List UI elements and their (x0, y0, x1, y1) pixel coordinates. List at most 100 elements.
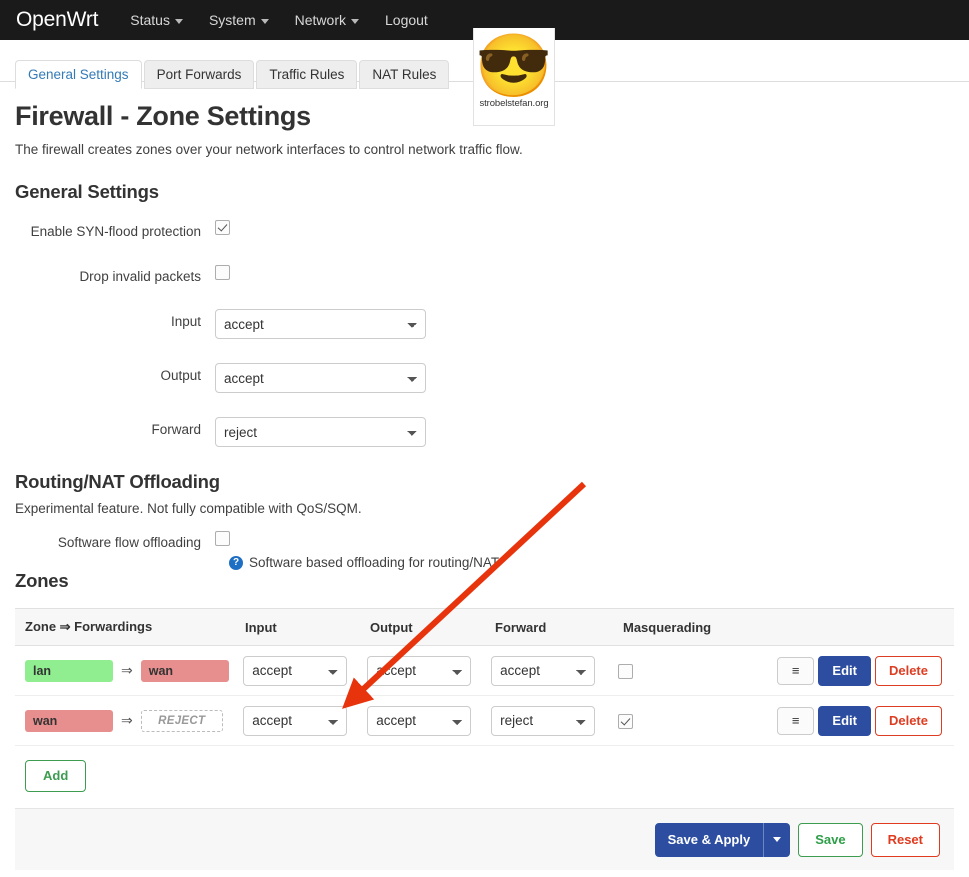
table-row: lan ⇒ wan accept accept accept (15, 646, 954, 696)
zone-badge-lan[interactable]: lan (25, 660, 113, 682)
offloading-hint-text: Software based offloading for routing/NA… (249, 555, 499, 570)
forward-arrow-icon: ⇒ (121, 662, 133, 679)
nav-item-status-label: Status (130, 12, 170, 28)
syn-flood-label: Enable SYN-flood protection (15, 219, 215, 240)
chevron-down-icon (773, 837, 781, 842)
general-settings-heading: General Settings (15, 181, 954, 203)
form-row-input: Input accept (15, 309, 954, 339)
software-flow-offloading-label: Software flow offloading (15, 530, 215, 551)
sunglasses-smiley-icon: 😎 (474, 34, 554, 100)
nav-item-network-label: Network (295, 12, 346, 28)
tab-traffic-rules[interactable]: Traffic Rules (256, 60, 357, 89)
column-header-masquerading: Masquerading (623, 620, 783, 635)
row-masquerading-cell (618, 712, 777, 728)
add-zone-button[interactable]: Add (25, 760, 86, 792)
output-policy-select[interactable]: accept (215, 363, 426, 393)
zone-target-badge-wan[interactable]: wan (141, 660, 229, 682)
main-content: Firewall - Zone Settings The firewall cr… (0, 101, 969, 870)
table-row: wan ⇒ REJECT accept accept reject (15, 696, 954, 746)
row-delete-button[interactable]: Delete (875, 656, 942, 686)
save-apply-split-button: Save & Apply (655, 823, 791, 857)
nav-item-network[interactable]: Network (295, 12, 359, 28)
row-edit-button[interactable]: Edit (818, 656, 871, 686)
offloading-hint-row: ? Software based offloading for routing/… (215, 555, 954, 570)
forward-arrow-icon: ⇒ (121, 712, 133, 729)
nav-item-logout-label: Logout (385, 12, 428, 28)
row-output-select[interactable]: accept (367, 706, 471, 736)
row-delete-button[interactable]: Delete (875, 706, 942, 736)
forward-policy-select[interactable]: reject (215, 417, 426, 447)
software-flow-offloading-field (215, 530, 954, 548)
nav-item-system[interactable]: System (209, 12, 269, 28)
tab-general-settings[interactable]: General Settings (15, 60, 142, 89)
column-header-output: Output (370, 620, 495, 635)
forward-policy-label: Forward (15, 417, 215, 438)
row-masquerading-checkbox[interactable] (618, 714, 633, 729)
drop-invalid-checkbox[interactable] (215, 265, 230, 280)
form-row-software-flow-offloading: Software flow offloading (15, 530, 954, 551)
nav-item-system-label: System (209, 12, 256, 28)
zone-target-badge-reject: REJECT (141, 710, 223, 732)
nav-item-logout[interactable]: Logout (385, 12, 428, 28)
zones-table-header: Zone ⇒ Forwardings Input Output Forward … (15, 608, 954, 646)
form-action-bar: Save & Apply Save Reset (15, 808, 954, 870)
zones-table: Zone ⇒ Forwardings Input Output Forward … (15, 608, 954, 870)
offloading-description: Experimental feature. Not fully compatib… (15, 501, 954, 516)
save-button[interactable]: Save (798, 823, 862, 857)
row-input-select[interactable]: accept (243, 706, 347, 736)
row-edit-button[interactable]: Edit (818, 706, 871, 736)
row-forward-cell: reject (491, 706, 618, 736)
row-actions-cell: ≡ Edit Delete (777, 656, 954, 686)
output-policy-label: Output (15, 363, 215, 384)
column-header-zone-forwardings: Zone ⇒ Forwardings (15, 619, 245, 635)
row-input-select[interactable]: accept (243, 656, 347, 686)
syn-flood-field (215, 219, 954, 237)
row-masquerading-checkbox[interactable] (618, 664, 633, 679)
row-output-cell: accept (367, 706, 491, 736)
row-forward-select[interactable]: accept (491, 656, 595, 686)
save-and-apply-button[interactable]: Save & Apply (655, 823, 764, 857)
form-row-output: Output accept (15, 363, 954, 393)
form-row-syn-flood: Enable SYN-flood protection (15, 219, 954, 240)
input-policy-select[interactable]: accept (215, 309, 426, 339)
row-output-cell: accept (367, 656, 491, 686)
nav-item-status[interactable]: Status (130, 12, 183, 28)
zone-badge-wan[interactable]: wan (25, 710, 113, 732)
drop-invalid-field (215, 264, 954, 282)
zone-forwarding-cell: wan ⇒ REJECT (15, 710, 243, 732)
column-header-input: Input (245, 620, 370, 635)
tab-port-forwards[interactable]: Port Forwards (144, 60, 255, 89)
row-forward-select[interactable]: reject (491, 706, 595, 736)
form-row-forward: Forward reject (15, 417, 954, 447)
reset-button[interactable]: Reset (871, 823, 940, 857)
drop-invalid-label: Drop invalid packets (15, 264, 215, 285)
tab-nat-rules[interactable]: NAT Rules (359, 60, 449, 89)
help-question-icon[interactable]: ? (229, 556, 243, 570)
site-logo-caption: strobelstefan.org (474, 98, 554, 109)
chevron-down-icon (175, 19, 183, 24)
row-drag-handle-icon[interactable]: ≡ (777, 657, 815, 685)
add-zone-row: Add (15, 746, 954, 808)
openwrt-logo-text[interactable]: OpenWrt (16, 8, 98, 32)
row-actions-cell: ≡ Edit Delete (777, 706, 954, 736)
input-policy-field: accept (215, 309, 954, 339)
output-policy-field: accept (215, 363, 954, 393)
zones-heading: Zones (15, 570, 954, 592)
row-input-cell: accept (243, 656, 367, 686)
input-policy-label: Input (15, 309, 215, 330)
chevron-down-icon (261, 19, 269, 24)
offloading-heading: Routing/NAT Offloading (15, 471, 954, 493)
column-header-forward: Forward (495, 620, 623, 635)
site-logo-card: 😎 strobelstefan.org (473, 28, 555, 126)
row-output-select[interactable]: accept (367, 656, 471, 686)
row-drag-handle-icon[interactable]: ≡ (777, 707, 815, 735)
zone-forwarding-cell: lan ⇒ wan (15, 660, 243, 682)
row-input-cell: accept (243, 706, 367, 736)
software-flow-offloading-checkbox[interactable] (215, 531, 230, 546)
nav-links: Status System Network Logout (130, 12, 428, 28)
syn-flood-checkbox[interactable] (215, 220, 230, 235)
forward-policy-field: reject (215, 417, 954, 447)
save-apply-dropdown-toggle[interactable] (763, 823, 790, 857)
chevron-down-icon (351, 19, 359, 24)
row-masquerading-cell (618, 662, 777, 678)
